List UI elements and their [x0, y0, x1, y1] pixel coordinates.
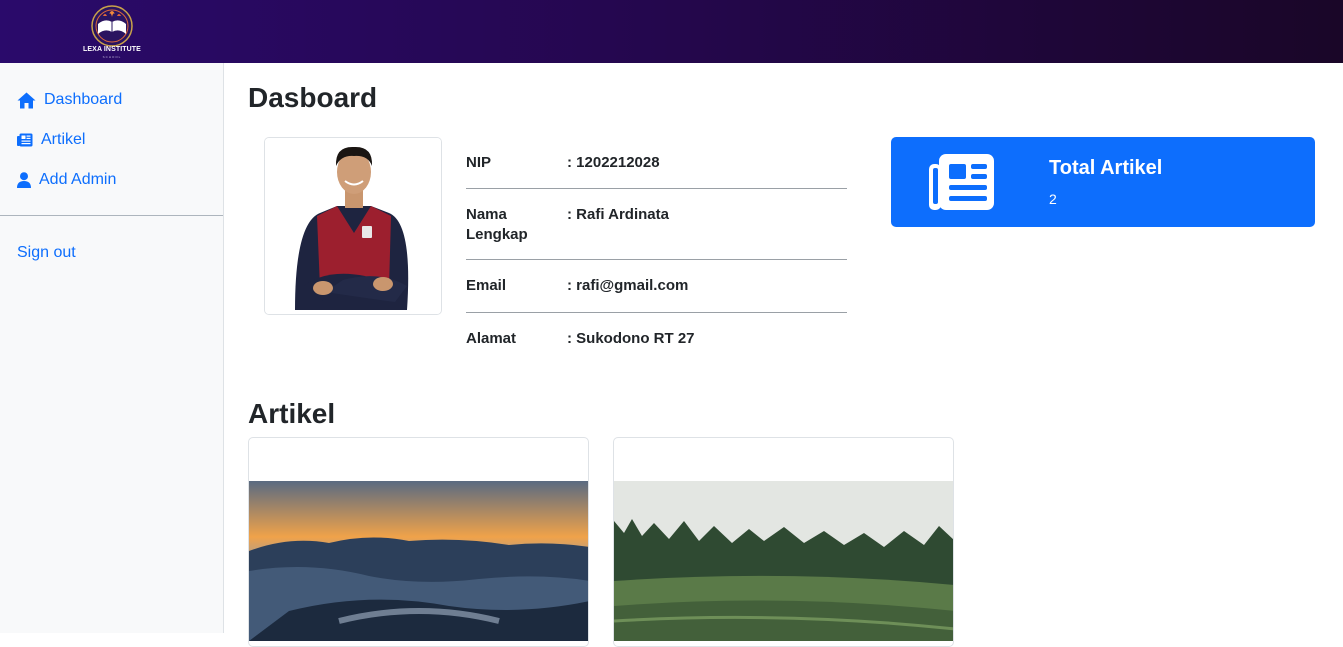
info-value: : rafi@gmail.com — [567, 277, 689, 294]
article-card[interactable] — [248, 437, 589, 647]
info-row-email: Email : rafi@gmail.com — [466, 260, 847, 313]
logo-subtext: SCHOOL — [102, 55, 122, 59]
profile-photo-card — [264, 137, 442, 315]
info-label: Nama Lengkap — [466, 206, 528, 243]
info-row-nama: Nama Lengkap : Rafi Ardinata — [466, 189, 847, 260]
sidebar-item-label: Add Admin — [39, 171, 117, 188]
sign-out-link[interactable]: Sign out — [17, 242, 76, 264]
info-label: Email — [466, 277, 507, 294]
sign-out-label: Sign out — [17, 244, 76, 261]
info-label: Alamat — [466, 330, 517, 347]
sidebar: Dashboard Artikel Add Admin Sign out — [0, 63, 224, 633]
book-emblem-icon — [91, 5, 133, 47]
profile-info-table: NIP : 1202212028 Nama Lengkap : Rafi Ard… — [466, 137, 847, 366]
profile-photo — [265, 138, 441, 314]
sidebar-divider — [0, 215, 223, 216]
sidebar-item-artikel[interactable]: Artikel — [17, 129, 85, 151]
logo-text: LEXA INSTITUTE — [83, 46, 141, 53]
info-value: : Sukodono RT 27 — [567, 330, 695, 347]
page-title: Dasboard — [248, 82, 378, 113]
newspaper-icon — [17, 133, 33, 147]
sidebar-item-label: Dashboard — [44, 91, 123, 108]
article-card[interactable] — [613, 437, 954, 647]
info-label: NIP — [466, 154, 492, 171]
sidebar-item-dashboard[interactable]: Dashboard — [17, 89, 122, 111]
article-image-mountain-sunset — [249, 481, 588, 641]
articles-section-title: Artikel — [248, 398, 336, 429]
sidebar-item-add-admin[interactable]: Add Admin — [17, 169, 116, 191]
top-navbar: LEXA INSTITUTE SCHOOL — [0, 0, 1343, 63]
total-artikel-card[interactable]: Total Artikel 2 — [891, 137, 1315, 227]
info-row-nip: NIP : 1202212028 — [466, 137, 847, 189]
newspaper-icon — [929, 154, 994, 210]
info-row-alamat: Alamat : Sukodono RT 27 — [466, 313, 847, 366]
info-value: : Rafi Ardinata — [567, 206, 669, 223]
user-icon — [17, 172, 31, 188]
sidebar-item-label: Artikel — [41, 131, 86, 148]
info-value: : 1202212028 — [567, 154, 660, 171]
home-icon — [17, 92, 36, 108]
article-image-forest-field — [614, 481, 953, 641]
lexa-institute-logo[interactable]: LEXA INSTITUTE SCHOOL — [80, 4, 144, 60]
stat-title: Total Artikel — [1049, 157, 1163, 179]
stat-value: 2 — [1049, 191, 1057, 207]
